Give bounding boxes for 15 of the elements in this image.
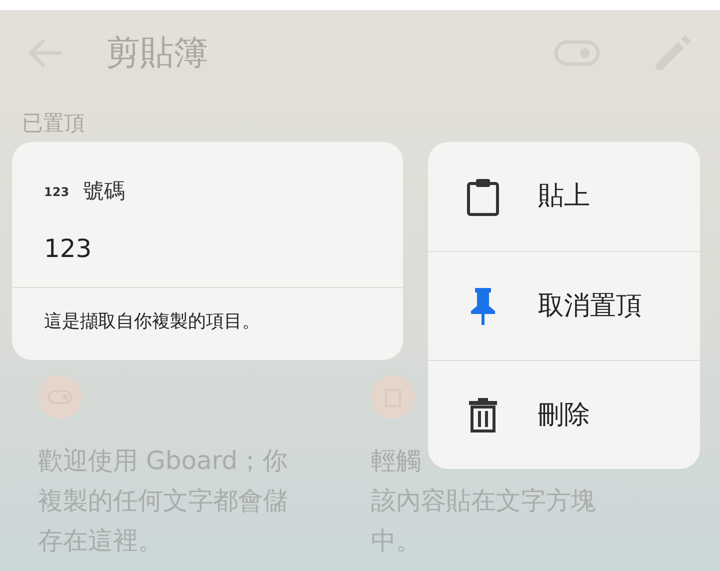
clip-description: 這是擷取自你複製的項目。 (43, 310, 261, 334)
clipboard-icon (466, 176, 500, 216)
menu-item[interactable]: 取消置頂 (428, 251, 700, 360)
menu-item[interactable]: 刪除 (428, 360, 700, 469)
trash-icon (468, 397, 498, 433)
page-title: 剪貼簿 (106, 32, 208, 74)
menu-item[interactable]: 貼上 (428, 142, 700, 251)
clip-card[interactable]: 123 號碼 123 這是擷取自你複製的項目。 (12, 142, 403, 360)
clip-value: 123 (43, 232, 93, 264)
section-label: 已置頂 (22, 111, 85, 135)
pin-icon (469, 286, 497, 326)
clipboard-icon (371, 374, 415, 418)
toggle-icon (38, 374, 82, 418)
number-type-icon: 123 (44, 182, 70, 201)
type-label: 號碼 (83, 178, 126, 205)
